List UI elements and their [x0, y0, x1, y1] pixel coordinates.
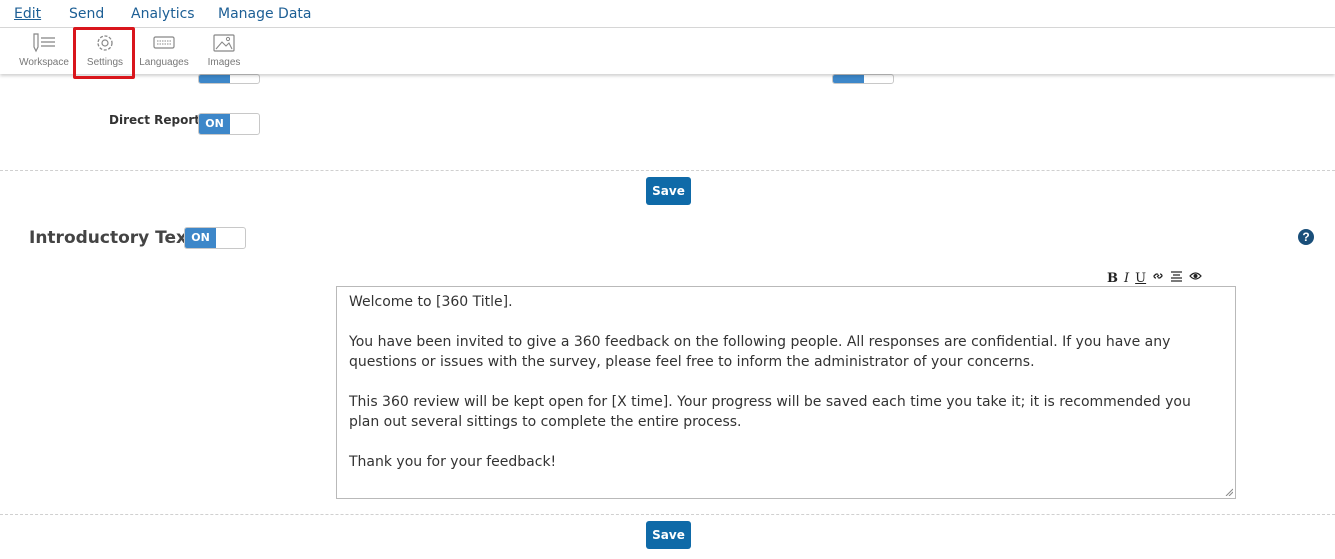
toggle-on-label: ON — [199, 114, 230, 134]
toggle-hidden-left[interactable] — [198, 74, 260, 84]
toggle-on-part — [833, 75, 864, 83]
toggle-on-part — [199, 75, 230, 83]
languages-button[interactable]: Languages — [138, 30, 190, 72]
intro-paragraph: Welcome to [360 Title]. — [349, 294, 513, 310]
align-center-icon[interactable] — [1170, 270, 1183, 286]
menu-analytics[interactable]: Analytics — [131, 6, 195, 22]
images-label: Images — [207, 57, 241, 68]
workspace-icon — [33, 33, 55, 53]
settings-label: Settings — [86, 57, 124, 68]
direct-report-label: Direct Report — [109, 113, 201, 127]
link-icon[interactable] — [1152, 270, 1164, 286]
menu-send[interactable]: Send — [69, 6, 104, 22]
gear-icon — [97, 35, 113, 51]
italic-icon[interactable]: I — [1124, 271, 1129, 286]
menu-manage-data[interactable]: Manage Data — [218, 6, 312, 22]
settings-save-button[interactable]: Save — [646, 177, 691, 205]
section-divider — [0, 514, 1335, 515]
intro-text-editor[interactable]: Welcome to [360 Title]. You have been in… — [336, 286, 1236, 499]
section-divider — [0, 170, 1335, 171]
editor-toolbar: B I U — [1107, 270, 1202, 286]
help-icon[interactable]: ? — [1298, 229, 1314, 245]
underline-icon[interactable]: U — [1135, 271, 1146, 286]
image-icon — [213, 34, 235, 52]
menu-edit[interactable]: Edit — [14, 6, 41, 22]
bold-icon[interactable]: B — [1107, 271, 1118, 286]
toggle-on-label: ON — [185, 228, 216, 248]
intro-toggle[interactable]: ON — [184, 227, 246, 249]
direct-report-toggle[interactable]: ON — [198, 113, 260, 135]
top-menu: Edit Send Analytics Manage Data — [0, 0, 1335, 28]
resize-grip-icon[interactable] — [1225, 488, 1233, 496]
intro-section-title: Introductory Text — [29, 228, 196, 248]
intro-save-button[interactable]: Save — [646, 521, 691, 549]
images-button[interactable]: Images — [200, 30, 248, 72]
keyboard-icon — [153, 36, 175, 49]
languages-label: Languages — [139, 57, 189, 68]
intro-paragraph: Thank you for your feedback! — [349, 454, 557, 470]
toggle-hidden-right[interactable] — [832, 74, 894, 84]
workspace-label: Workspace — [19, 57, 69, 68]
intro-paragraph: This 360 review will be kept open for [X… — [349, 394, 1191, 430]
intro-paragraph: You have been invited to give a 360 feed… — [349, 334, 1171, 370]
eye-icon[interactable] — [1189, 270, 1202, 286]
settings-button[interactable]: Settings — [80, 30, 130, 72]
toolbar: Workspace Settings Languages Images — [0, 28, 1335, 74]
workspace-button[interactable]: Workspace — [16, 30, 72, 72]
